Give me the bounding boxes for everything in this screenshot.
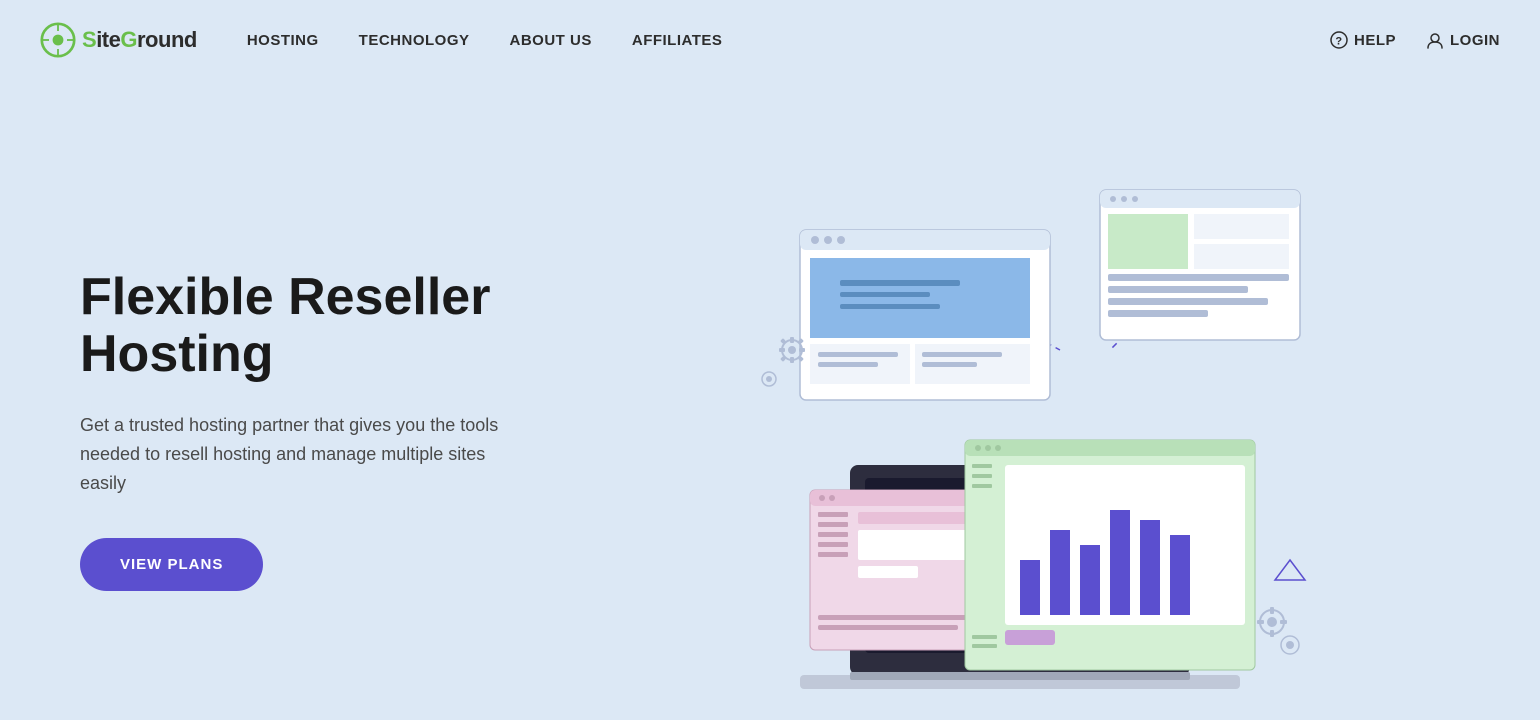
login-link[interactable]: LOGIN xyxy=(1426,31,1500,49)
user-icon xyxy=(1426,31,1444,49)
svg-text:?: ? xyxy=(1335,36,1342,48)
logo-text: SiteGround xyxy=(82,27,197,53)
help-label: HELP xyxy=(1354,32,1396,49)
nav-links: HOSTING TECHNOLOGY ABOUT US AFFILIATES xyxy=(247,32,1330,49)
hero-section: Flexible Reseller Hosting Get a trusted … xyxy=(0,80,1540,720)
view-plans-button[interactable]: VIEW PLANS xyxy=(80,538,263,591)
login-label: LOGIN xyxy=(1450,32,1500,49)
nav-right: ? HELP LOGIN xyxy=(1330,31,1500,49)
nav-technology[interactable]: TECHNOLOGY xyxy=(359,32,470,49)
nav-affiliates[interactable]: AFFILIATES xyxy=(632,32,723,49)
hero-subtitle: Get a trusted hosting partner that gives… xyxy=(80,411,500,497)
hero-title: Flexible Reseller Hosting xyxy=(80,269,580,383)
illustration-svg xyxy=(710,170,1330,690)
logo-icon xyxy=(40,22,76,58)
logo[interactable]: SiteGround xyxy=(40,22,197,58)
nav-about-us[interactable]: ABOUT US xyxy=(510,32,592,49)
nav-hosting[interactable]: HOSTING xyxy=(247,32,319,49)
hero-content: Flexible Reseller Hosting Get a trusted … xyxy=(80,269,580,591)
navbar: SiteGround HOSTING TECHNOLOGY ABOUT US A… xyxy=(0,0,1540,80)
help-icon: ? xyxy=(1330,31,1348,49)
hero-illustration xyxy=(580,140,1460,720)
help-link[interactable]: ? HELP xyxy=(1330,31,1396,49)
